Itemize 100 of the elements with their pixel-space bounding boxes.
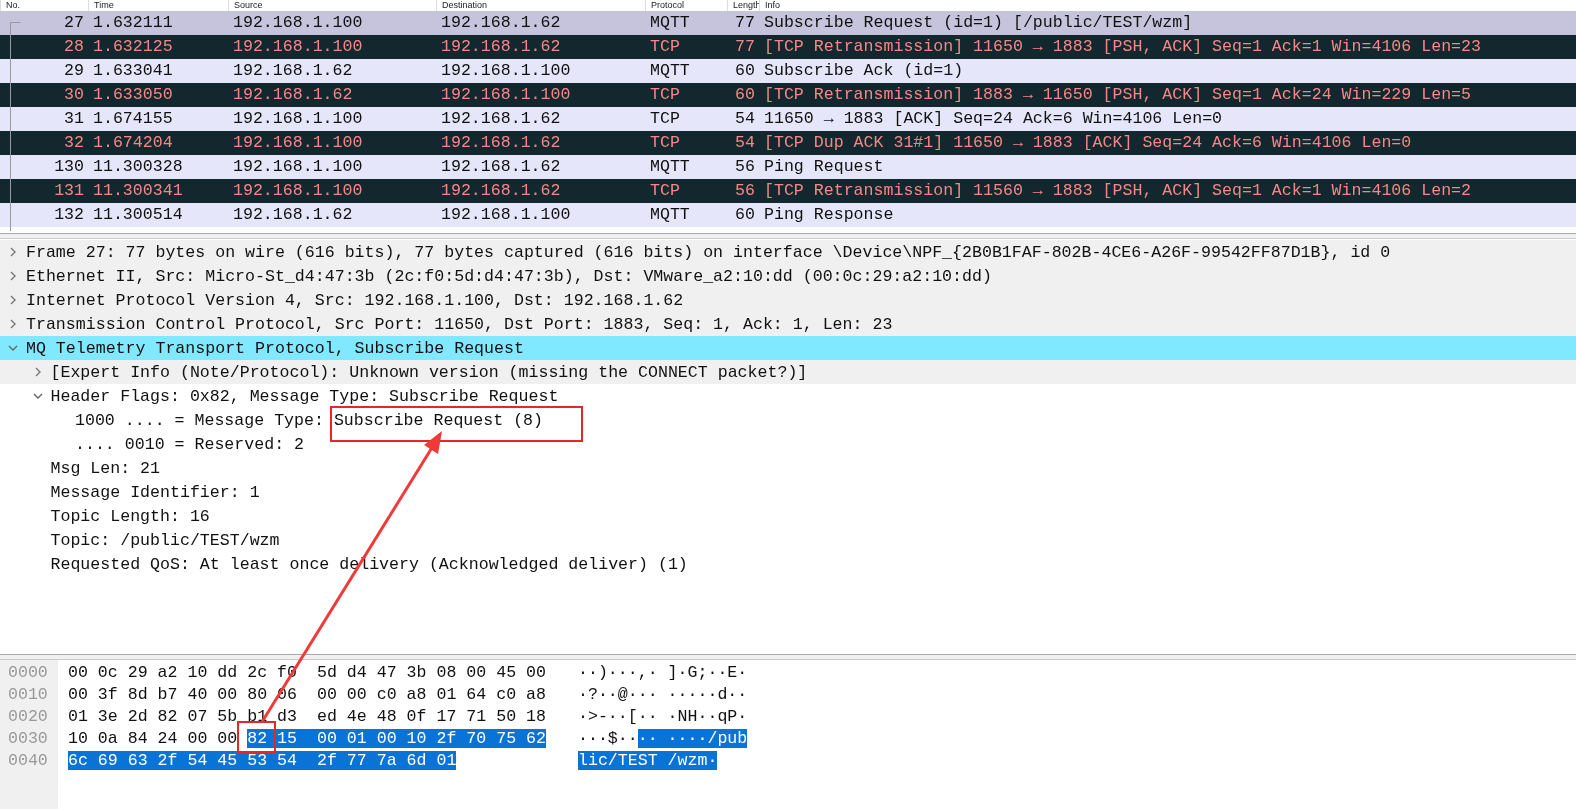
table-cell-text: 192.168.1.62	[440, 156, 562, 178]
selected-hex-bytes: 82 15 00 01 00 10 2f 70 75 62	[247, 729, 546, 748]
table-cell-text: MQTT	[649, 156, 691, 178]
table-cell-text: 60	[734, 84, 756, 106]
table-cell-text: 54	[734, 108, 756, 130]
tree-row[interactable]: Ethernet II, Src: Micro-St_d4:47:3b (2c:f0:5d:d4:47:3b), Dst: VMware_a2:10:dd (00:0c:29:a2:10:dd)	[0, 264, 1576, 288]
packet-row[interactable]: 132 11.300514 192.168.1.62 192.168.1.100 MQTT 60 Ping Response	[0, 203, 1576, 227]
table-cell-text: 192.168.1.100	[232, 108, 364, 130]
table-cell-text: [TCP Retransmission] 1883 → 11650 [PSH, ACK] Seq=1 Ack=24 Win=229 Len=5	[763, 84, 1472, 106]
tree-row[interactable]: Internet Protocol Version 4, Src: 192.168.1.100, Dst: 192.168.1.62	[0, 288, 1576, 312]
table-cell-text: 192.168.1.100	[440, 84, 572, 106]
table-cell-text: 1.633041	[92, 60, 174, 82]
table-cell-text: 132	[53, 204, 85, 226]
tree-row[interactable]: Frame 27: 77 bytes on wire (616 bits), 77 bytes captured (616 bits) on interface \Device\NPF_{2B0B1FAF-802B-4CE6-A26F-99542FF87D1B}, id 0	[0, 240, 1576, 264]
tree-text: Topic: /public/TEST/wzm	[50, 530, 280, 550]
table-cell-text: 60	[734, 204, 756, 226]
table-cell-text: Subscribe Request (id=1) [/public/TEST/wzm]	[763, 12, 1194, 34]
table-cell-text: 192.168.1.100	[232, 12, 364, 34]
ascii-text: ·>-··[·· ·NH··qP·	[578, 707, 748, 726]
table-cell-text: 11650 → 1883 [ACK] Seq=24 Ack=6 Win=4106 Len=0	[763, 108, 1224, 130]
table-cell-text: 11.300514	[92, 204, 184, 226]
table-cell-text: [TCP Dup ACK 31#1] 11650 → 1883 [ACK] Seq=24 Ack=6 Win=4106 Len=0	[763, 132, 1413, 154]
packet-row[interactable]: 31 1.674155 192.168.1.100 192.168.1.62 TCP 54 11650 → 1883 [ACK] Seq=24 Ack=6 Win=4106 Len=0	[0, 107, 1576, 131]
table-cell-text: 131	[53, 180, 85, 202]
table-cell-text: 192.168.1.100	[440, 60, 572, 82]
table-cell-text: 192.168.1.62	[440, 132, 562, 154]
offset-label: 0010	[7, 684, 49, 706]
packet-row[interactable]: 27 1.632111 192.168.1.100 192.168.1.62 MQTT 77 Subscribe Request (id=1) [/public/TEST/wzm]	[0, 11, 1576, 35]
highlight-frame	[237, 721, 276, 753]
tree-row[interactable]: Transmission Control Protocol, Src Port: 11650, Dst Port: 1883, Seq: 1, Ack: 1, Len: 23	[0, 312, 1576, 336]
table-cell-text: [TCP Retransmission] 11560 → 1883 [PSH, ACK] Seq=1 Ack=1 Win=4106 Len=2	[763, 180, 1472, 202]
tree-row[interactable]: [Expert Info (Note/Protocol): Unknown version (missing the CONNECT packet?)]	[0, 360, 1576, 384]
table-cell-text: 32	[63, 132, 85, 154]
table-cell-text: [TCP Retransmission] 11650 → 1883 [PSH, ACK] Seq=1 Ack=1 Win=4106 Len=23	[763, 36, 1482, 58]
ascii-text: ·?··@··· ·····d··	[578, 685, 748, 704]
offset-label: 0020	[7, 706, 49, 728]
selected-ascii-text: lic/TEST /wzm·	[578, 751, 718, 770]
tree-text: Message Identifier: 1	[50, 482, 260, 502]
table-cell-text: 31	[63, 108, 85, 130]
table-cell-text: 56	[734, 180, 756, 202]
tree-text: .... 0010 = Reserved: 2	[75, 434, 305, 454]
table-cell-text: 192.168.1.62	[440, 180, 562, 202]
table-cell-text: 1.632125	[92, 36, 174, 58]
table-cell-text: 29	[63, 60, 85, 82]
table-cell-text: 1.633050	[92, 84, 174, 106]
table-cell-text: 77	[734, 12, 756, 34]
table-cell-text: TCP	[649, 132, 681, 154]
packet-row[interactable]: 28 1.632125 192.168.1.100 192.168.1.62 TCP 77 [TCP Retransmission] 11650 → 1883 [PSH, ACK] Seq=1 Ack=1 Win=4106 Len=23	[0, 35, 1576, 59]
table-cell-text: TCP	[649, 84, 681, 106]
table-cell-text: Subscribe Ack (id=1)	[763, 60, 965, 82]
packet-row[interactable]: 130 11.300328 192.168.1.100 192.168.1.62 MQTT 56 Ping Request	[0, 155, 1576, 179]
selected-hex-bytes: 6c 69 63 2f 54 45 53 54 2f 77 7a 6d 01	[68, 751, 457, 770]
tree-text: Msg Len: 21	[50, 458, 161, 478]
table-cell-text: 27	[63, 12, 85, 34]
table-cell-text: 192.168.1.62	[232, 60, 354, 82]
packet-row[interactable]: 30 1.633050 192.168.1.62 192.168.1.100 TCP 60 [TCP Retransmission] 1883 → 11650 [PSH, ACK] Seq=1 Ack=24 Win=229 Len=5	[0, 83, 1576, 107]
table-cell-text: MQTT	[649, 204, 691, 226]
table-cell-text: 1.632111	[92, 12, 174, 34]
table-cell-text: 11.300341	[92, 180, 184, 202]
tree-text: Frame 27: 77 bytes on wire (616 bits), 77 bytes captured (616 bits) on interface \Device\NPF_{2B0B1FAF-802B-4CE6-A26F-99542FF87D1B}, id 0	[26, 242, 1391, 262]
tree-text: Ethernet II, Src: Micro-St_d4:47:3b (2c:f0:5d:d4:47:3b), Dst: VMware_a2:10:dd (00:0c:29:a2:10:dd)	[26, 266, 992, 286]
tree-text: 1000 .... = Message Type: Subscribe Request (8)	[75, 410, 544, 430]
table-cell-text: 192.168.1.100	[232, 180, 364, 202]
table-cell-text: 56	[734, 156, 756, 178]
selected-ascii-text: ·· ····/pub	[637, 729, 748, 748]
offset-label: 0000	[7, 662, 49, 684]
table-cell-text: TCP	[649, 36, 681, 58]
table-cell-text: 192.168.1.100	[232, 132, 364, 154]
packet-row[interactable]: 29 1.633041 192.168.1.62 192.168.1.100 MQTT 60 Subscribe Ack (id=1)	[0, 59, 1576, 83]
table-cell-text: 11.300328	[92, 156, 184, 178]
table-cell-text: 192.168.1.62	[232, 204, 354, 226]
tree-text: MQ Telemetry Transport Protocol, Subscribe Request	[26, 338, 524, 358]
table-cell-text: 192.168.1.62	[440, 36, 562, 58]
table-cell-text: 192.168.1.100	[440, 204, 572, 226]
tree-row[interactable]: MQ Telemetry Transport Protocol, Subscribe Request	[0, 336, 1576, 360]
table-cell-text: Ping Request	[763, 156, 885, 178]
table-cell-text: 192.168.1.62	[440, 108, 562, 130]
table-cell-text: 54	[734, 132, 756, 154]
table-cell-text: TCP	[649, 108, 681, 130]
table-cell-text: 1.674204	[92, 132, 174, 154]
packet-row[interactable]: 32 1.674204 192.168.1.100 192.168.1.62 TCP 54 [TCP Dup ACK 31#1] 11650 → 1883 [ACK] Seq=24 Ack=6 Win=4106 Len=0	[0, 131, 1576, 155]
table-cell-text: MQTT	[649, 60, 691, 82]
table-cell-text: 28	[63, 36, 85, 58]
ascii-text: ··)···,· ]·G;··E·	[578, 663, 748, 682]
table-cell-text: 60	[734, 60, 756, 82]
table-cell-text: 77	[734, 36, 756, 58]
tree-text: Internet Protocol Version 4, Src: 192.168.1.100, Dst: 192.168.1.62	[26, 290, 684, 310]
tree-text: Header Flags: 0x82, Message Type: Subscribe Request	[50, 386, 559, 406]
table-cell-text: 1.674155	[92, 108, 174, 130]
tree-text: [Expert Info (Note/Protocol): Unknown version (missing the CONNECT packet?)]	[50, 362, 808, 382]
table-cell-text: 192.168.1.62	[440, 12, 562, 34]
table-cell-text: 192.168.1.62	[232, 84, 354, 106]
ascii-text: ···$··	[578, 729, 638, 748]
table-cell-text: TCP	[649, 180, 681, 202]
tree-text: Transmission Control Protocol, Src Port: 11650, Dst Port: 1883, Seq: 1, Ack: 1, Len: 23	[26, 314, 893, 334]
packet-row[interactable]: 131 11.300341 192.168.1.100 192.168.1.62 TCP 56 [TCP Retransmission] 11560 → 1883 [PSH, ACK] Seq=1 Ack=1 Win=4106 Len=2	[0, 179, 1576, 203]
offset-label: 0030	[7, 728, 49, 750]
table-cell-text: 192.168.1.100	[232, 156, 364, 178]
table-cell-text: MQTT	[649, 12, 691, 34]
offset-label: 0040	[7, 750, 49, 772]
